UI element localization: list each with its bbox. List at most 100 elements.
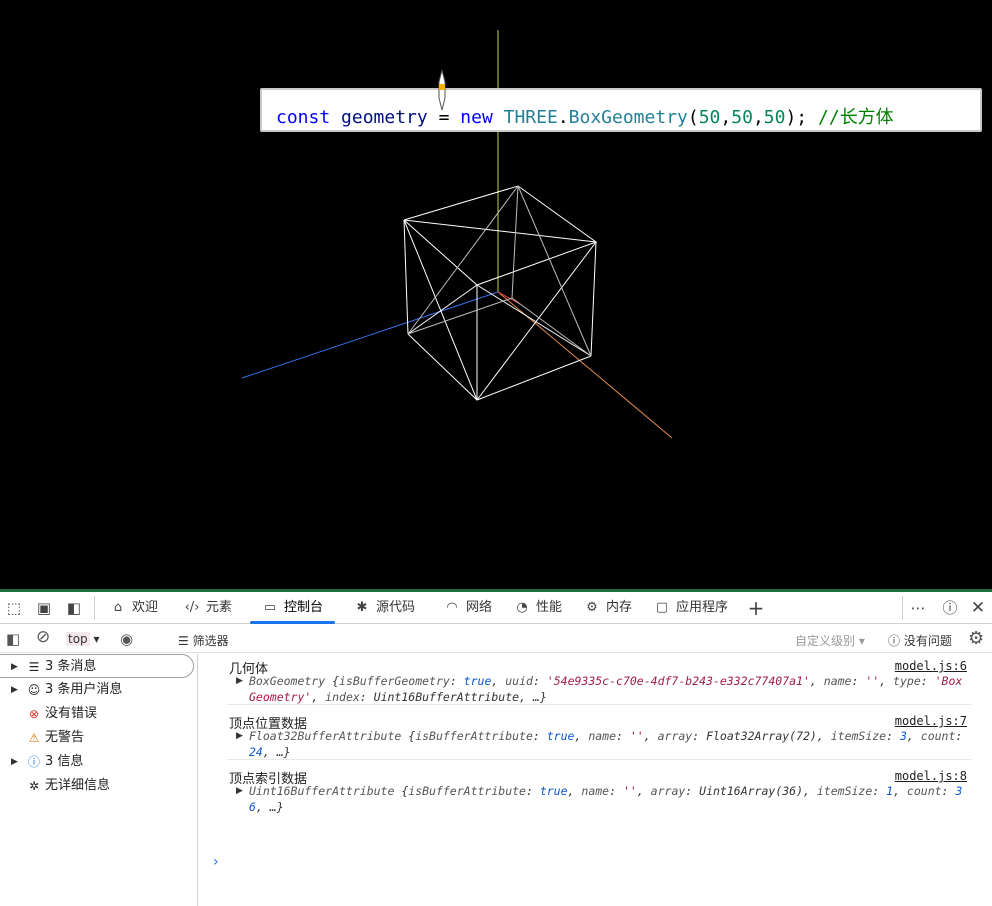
code-comma-1: , xyxy=(720,107,732,128)
tab-label: 元素 xyxy=(206,600,233,615)
expand-arrow-icon[interactable]: ▶ xyxy=(11,678,18,702)
tab-welcome[interactable]: ⌂ 欢迎 xyxy=(108,592,158,624)
tab-application[interactable]: ▢ 应用程序 xyxy=(652,592,728,624)
console-prompt-chevron-icon[interactable]: › xyxy=(213,854,219,870)
app-icon: ▢ xyxy=(655,600,669,615)
code-comma-2: , xyxy=(752,107,764,128)
code-new: new xyxy=(460,107,493,128)
user-icon: ☺ xyxy=(27,683,41,697)
chevron-down-icon: ▾ xyxy=(93,632,100,646)
code-const: const xyxy=(276,107,331,128)
tab-console[interactable]: ▭ 控制台 xyxy=(249,592,336,624)
expand-arrow-icon[interactable]: ▶ xyxy=(236,676,243,686)
message-divider xyxy=(227,704,971,705)
code-namespace: THREE xyxy=(503,107,558,128)
live-expression-eye-icon[interactable]: ◉ xyxy=(120,630,133,648)
tabbar-separator xyxy=(94,596,95,620)
gauge-icon: ◔ xyxy=(516,600,528,615)
code-class: BoxGeometry xyxy=(568,107,688,128)
sidebar-item-label: 3 信息 xyxy=(45,754,84,769)
sidebar-item-label: 3 条消息 xyxy=(45,659,97,674)
text-cursor-icon xyxy=(438,69,446,111)
verbose-icon: ✲ xyxy=(28,779,40,793)
list-icon: ☰ xyxy=(28,660,40,674)
more-icon[interactable]: ⋯ xyxy=(908,599,928,617)
object-preview[interactable]: Float32BufferAttribute {isBufferAttribut… xyxy=(249,728,969,760)
tab-performance[interactable]: ◔ 性能 xyxy=(512,592,562,624)
code-tooltip: const geometry = new THREE.BoxGeometry(5… xyxy=(260,88,982,132)
message-divider xyxy=(227,759,971,760)
expand-arrow-icon[interactable]: ▶ xyxy=(236,786,243,796)
help-icon[interactable]: ⓘ xyxy=(940,599,960,617)
console-messages: 几何体 model.js:6 ▶ BoxGeometry {isBufferGe… xyxy=(199,654,992,906)
devtools-tabbar: ⬚ ▣ ◧ ⌂ 欢迎 ‹/› 元素 ▭ 控制台 ✱ 源代码 ◠ 网络 ◔ 性能 ⚙ 内存 ▢ 应… xyxy=(0,592,992,624)
source-link[interactable]: model.js:6 xyxy=(895,659,967,673)
clear-console-icon[interactable]: ⊘ xyxy=(36,628,50,646)
tab-network[interactable]: ◠ 网络 xyxy=(442,592,492,624)
filter-label: 筛选器 xyxy=(192,634,229,648)
sidebar-item-label: 无警告 xyxy=(45,730,85,745)
sidebar-item-messages[interactable]: ▶ ☰ 3 条消息 xyxy=(0,654,194,678)
sidebar-item-label: 无详细信息 xyxy=(45,778,111,793)
source-link[interactable]: model.js:8 xyxy=(895,769,967,783)
tab-label: 网络 xyxy=(466,600,493,615)
tab-label: 控制台 xyxy=(284,600,324,615)
expand-arrow-icon[interactable]: ▶ xyxy=(236,731,243,741)
tab-elements[interactable]: ‹/› 元素 xyxy=(182,592,232,624)
inspect-icon[interactable]: ⬚ xyxy=(4,599,24,617)
tab-label: 内存 xyxy=(606,600,633,615)
filter-input[interactable]: ☰ 筛选器 xyxy=(178,632,229,649)
tab-memory[interactable]: ⚙ 内存 xyxy=(582,592,632,624)
code-dot: . xyxy=(557,107,569,128)
context-value: top xyxy=(66,632,90,646)
level-label: 自定义级别 xyxy=(795,634,856,648)
issues-button[interactable]: ⓘ 没有问题 xyxy=(888,632,952,649)
sidebar-item-user-messages[interactable]: ▶ ☺ 3 条用户消息 xyxy=(0,678,194,702)
sidebar-item-errors[interactable]: ⊗ 没有错误 xyxy=(0,702,194,726)
expand-arrow-icon[interactable]: ▶ xyxy=(11,750,18,774)
code-comment-text: 长方体 xyxy=(839,107,894,128)
code-variable: geometry xyxy=(341,107,428,128)
console-toolbar: ◧ ⊘ top ▾ ◉ ☰ 筛选器 自定义级别 ▾ ⓘ 没有问题 ⚙ xyxy=(0,625,992,653)
wifi-icon: ◠ xyxy=(446,600,458,615)
sidebar-item-warnings[interactable]: ⚠ 无警告 xyxy=(0,726,194,750)
code-num-3: 50 xyxy=(763,107,786,128)
code-icon: ‹/› xyxy=(184,600,200,615)
code-comment-slashes: // xyxy=(818,107,840,128)
issues-label: 没有问题 xyxy=(903,634,952,648)
gear-icon[interactable]: ⚙ xyxy=(968,628,984,649)
tab-label: 应用程序 xyxy=(676,600,729,615)
chevron-down-icon: ▾ xyxy=(858,634,865,648)
log-level-select[interactable]: 自定义级别 ▾ xyxy=(795,632,865,649)
close-icon[interactable]: ✕ xyxy=(968,599,988,617)
console-sidebar: ▶ ☰ 3 条消息 ▶ ☺ 3 条用户消息 ⊗ 没有错误 ⚠ 无警告 ▶ ⓘ 3… xyxy=(0,654,198,906)
info-icon: ⓘ xyxy=(27,755,40,769)
tab-label: 源代码 xyxy=(376,600,416,615)
tab-label: 性能 xyxy=(536,600,563,615)
console-icon: ▭ xyxy=(263,600,277,615)
sidebar-toggle-icon[interactable]: ◧ xyxy=(6,630,20,648)
sidebar-item-info[interactable]: ▶ ⓘ 3 信息 xyxy=(0,750,194,774)
code-num-2: 50 xyxy=(731,107,753,128)
dock-icon[interactable]: ◧ xyxy=(64,599,84,617)
error-icon: ⊗ xyxy=(28,707,40,721)
expand-arrow-icon[interactable]: ▶ xyxy=(11,655,18,679)
chip-icon: ⚙ xyxy=(586,600,598,615)
sidebar-item-verbose[interactable]: ✲ 无详细信息 xyxy=(0,774,194,798)
code-num-1: 50 xyxy=(698,107,721,128)
code-paren-close: ); xyxy=(785,107,808,128)
add-tab-icon[interactable]: + xyxy=(746,598,766,618)
devtools-panel: ⬚ ▣ ◧ ⌂ 欢迎 ‹/› 元素 ▭ 控制台 ✱ 源代码 ◠ 网络 ◔ 性能 ⚙ 内存 ▢ 应… xyxy=(0,589,992,906)
tabbar-separator xyxy=(902,596,903,620)
source-link[interactable]: model.js:7 xyxy=(895,714,967,728)
filter-icon: ☰ xyxy=(178,634,189,648)
threejs-canvas[interactable]: const geometry = new THREE.BoxGeometry(5… xyxy=(0,0,992,589)
sidebar-item-label: 3 条用户消息 xyxy=(45,682,123,697)
warning-icon: ⚠ xyxy=(28,731,40,745)
code-paren-open: ( xyxy=(687,107,699,128)
device-toggle-icon[interactable]: ▣ xyxy=(34,599,54,617)
context-select[interactable]: top ▾ xyxy=(66,632,100,646)
tab-sources[interactable]: ✱ 源代码 xyxy=(352,592,415,624)
object-preview[interactable]: Uint16BufferAttribute {isBufferAttribute… xyxy=(249,783,969,815)
object-preview[interactable]: BoxGeometry {isBufferGeometry: true, uui… xyxy=(249,673,969,705)
